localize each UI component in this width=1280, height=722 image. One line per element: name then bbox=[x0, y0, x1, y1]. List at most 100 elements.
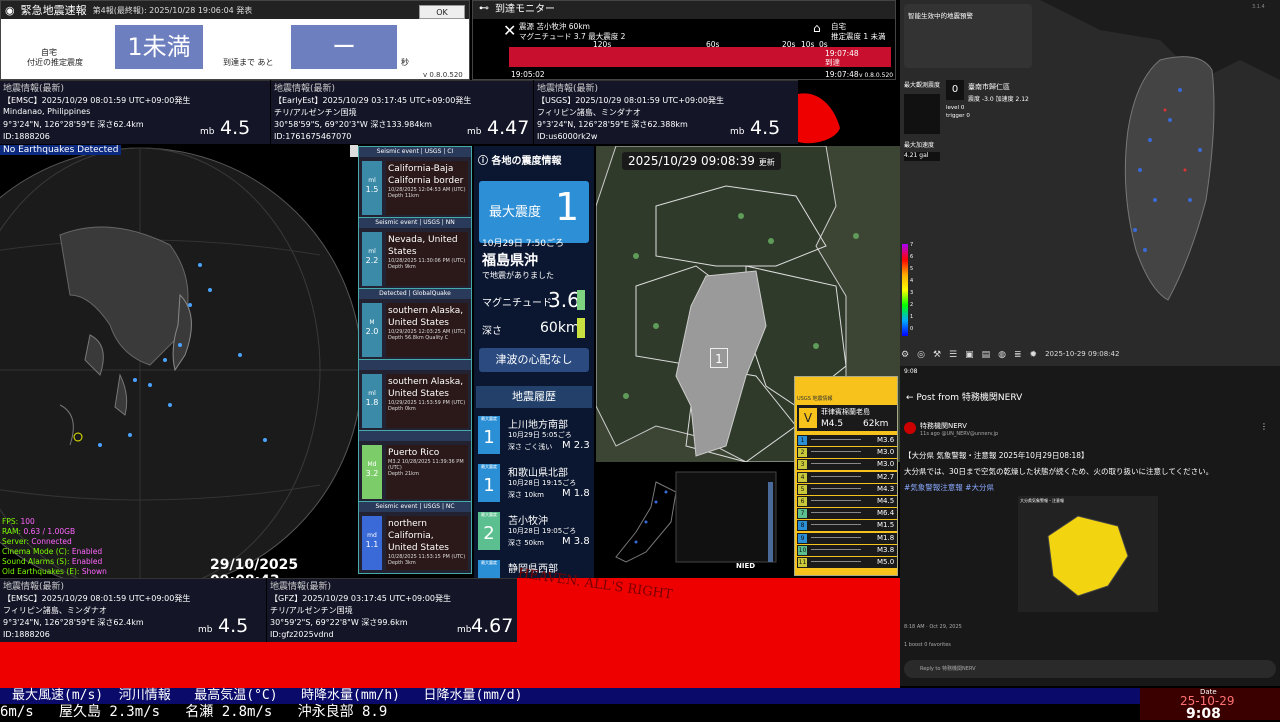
ram-value: 0.63 / 1.00GB bbox=[23, 527, 76, 536]
usgs-row[interactable]: 10 M3.8 bbox=[797, 544, 897, 556]
mag-label: マグニチュード bbox=[482, 298, 552, 309]
sound-value: Enabled bbox=[71, 557, 103, 566]
intensity-box: 1未満 bbox=[115, 25, 203, 69]
card-location: southern Alaska, United States 10/29/2025… bbox=[386, 374, 468, 428]
tw-int-value: -3.0 bbox=[981, 96, 994, 103]
seismic-card[interactable]: ml 1.8 southern Alaska, United States 10/29… bbox=[358, 359, 472, 432]
mag-value: 4.67 bbox=[471, 615, 514, 637]
usgs-row[interactable]: 4 M2.7 bbox=[797, 471, 897, 483]
card-mag: M 2.0 bbox=[362, 303, 382, 357]
shindo-panel: ⓘ 各地の震度情報 最大震度 1 10月29日 7:50ごろ 福島県沖 で地震が… bbox=[474, 146, 594, 598]
quake-line2: Mindanao, Philippines bbox=[3, 107, 91, 116]
ok-button[interactable]: OK bbox=[419, 5, 465, 19]
usgs-row[interactable]: 9 M1.8 bbox=[797, 532, 897, 544]
quake-id: ID:1888206 bbox=[3, 630, 50, 639]
mag-unit: mb bbox=[730, 127, 745, 137]
card-mag: ml 1.5 bbox=[362, 161, 382, 215]
post-time: 9:08 bbox=[904, 368, 918, 375]
post-author[interactable]: 特務機関NERV bbox=[920, 421, 967, 431]
history-item[interactable]: 1 最大震度 上川地方南部 10月29日 5:05ごろ 深さ ごく浅い M 2.3 bbox=[478, 414, 590, 456]
usgs-row-mag: M2.7 bbox=[877, 472, 895, 481]
tw-stack-icon[interactable]: ≣ bbox=[1014, 350, 1022, 360]
tw-tool-icon[interactable]: ⚒ bbox=[933, 350, 941, 360]
clock-widget: Date 25-10-29 9:08 bbox=[1140, 688, 1280, 722]
history-item[interactable]: 2 最大震度 苫小牧沖 10月28日 19:05ごろ 深さ 50km M 3.8 bbox=[478, 510, 590, 552]
seismic-card[interactable]: Detected | GlobalQuake M 2.0 southern Alask… bbox=[358, 288, 472, 361]
avatar[interactable] bbox=[904, 422, 916, 434]
epicenter-value: 苫小牧沖 60km bbox=[536, 22, 590, 31]
tw-image-icon[interactable]: ▣ bbox=[965, 350, 974, 360]
card-date: M3.2 10/28/2025 11:39:36 PM (UTC) bbox=[388, 459, 464, 471]
tw-target-icon[interactable]: ◎ bbox=[917, 350, 925, 360]
usgs-row[interactable]: 11 M5.0 bbox=[797, 557, 897, 568]
seismic-card[interactable]: Seismic event | USGS | CI ml 1.5 California… bbox=[358, 146, 472, 219]
quake-id: ID:us6000rk2w bbox=[537, 132, 598, 141]
max-int-value: 2 bbox=[620, 32, 626, 41]
depth-value: 60km bbox=[540, 320, 580, 336]
usgs-row-text bbox=[811, 561, 861, 562]
usgs-row-mag: M4.3 bbox=[877, 484, 895, 493]
quake-title: 地震情報(最新) bbox=[270, 582, 332, 592]
tw-gear-icon[interactable]: ✹ bbox=[1030, 350, 1038, 360]
post-handle: 11s ago @UN_NERV@unnerv.jp bbox=[920, 431, 999, 437]
tw-station: 臺南市歸仁區 bbox=[968, 83, 1010, 91]
est-label: 推定震度 bbox=[831, 32, 861, 41]
usgs-row[interactable]: 2 M3.0 bbox=[797, 447, 897, 459]
usgs-row[interactable]: 6 M4.5 bbox=[797, 496, 897, 507]
quake-line1: 【EMSC】2025/10/29 08:01:59 UTC+09:00発生 bbox=[3, 594, 191, 603]
reply-input[interactable]: Reply to 特務機関NERV bbox=[904, 660, 1276, 678]
history-item[interactable]: 1 最大震度 和歌山県北部 10月28日 19:15ごろ 深さ 10km M 1.8 bbox=[478, 462, 590, 504]
card-mag-type: md bbox=[367, 532, 377, 539]
usgs-row[interactable]: 7 M6.4 bbox=[797, 508, 897, 520]
tw-trigger-label: trigger bbox=[946, 113, 965, 119]
seismic-card[interactable]: Md 3.2 Puerto Rico M3.2 10/28/2025 11:39:36… bbox=[358, 430, 472, 503]
quake-info-earlyest: 地震情報(最新) 【EarlyEst】2025/10/29 03:17:45 U… bbox=[271, 80, 533, 144]
scroll-handle[interactable] bbox=[350, 145, 358, 157]
history-mag: M 3.8 bbox=[562, 536, 590, 547]
usgs-row[interactable]: 8 M1.5 bbox=[797, 520, 897, 532]
tw-level-value: 0 bbox=[960, 105, 965, 111]
quake-line1: 【EarlyEst】2025/10/29 03:17:45 UTC+09:00発… bbox=[274, 96, 472, 105]
usgs-row-mag: M3.6 bbox=[877, 436, 895, 444]
seismic-card[interactable]: Seismic event | USGS | NN ml 2.2 Nevada, Un… bbox=[358, 217, 472, 290]
intensity-marker[interactable]: 1 bbox=[710, 348, 728, 368]
card-mag: md 1.1 bbox=[362, 516, 382, 570]
red-banner-left bbox=[0, 642, 517, 688]
post-header: Post from 特務機関NERV bbox=[916, 393, 1023, 403]
more-icon[interactable]: ⋮ bbox=[1260, 422, 1268, 431]
card-header bbox=[359, 431, 471, 441]
card-mag-value: 2.0 bbox=[365, 327, 379, 336]
usgs-row-num: 2 bbox=[798, 448, 807, 458]
tw-scale-label: 2 bbox=[910, 302, 914, 308]
ticker-top-text: 最大風速(m/s) 河川情報 最高気温(°C) 時降水量(mm/h) 日降水量(… bbox=[12, 688, 523, 703]
history-depth: 深さ ごく浅い bbox=[508, 443, 553, 451]
usgs-row-mag: M6.4 bbox=[877, 509, 895, 518]
epicenter-x-icon: ✕ bbox=[503, 21, 517, 40]
post-image[interactable]: 大分県気象警報・注意報 bbox=[1018, 496, 1158, 612]
tw-level-box bbox=[904, 94, 940, 134]
usgs-row[interactable]: 1 M3.6 bbox=[797, 435, 897, 446]
tw-max-label: 最大觀測震度 bbox=[904, 82, 941, 89]
alert-icon: ◉ bbox=[5, 3, 15, 17]
tw-globe-icon[interactable]: ◍ bbox=[998, 350, 1006, 360]
usgs-row-mag: M5.0 bbox=[877, 558, 895, 566]
history-depth: 深さ 10km bbox=[508, 491, 545, 499]
post-tags[interactable]: #気象警報注意報 #大分県 bbox=[904, 482, 994, 493]
usgs-row-mag: M1.5 bbox=[877, 521, 895, 530]
usgs-row[interactable]: 5 M4.3 bbox=[797, 483, 897, 495]
tw-settings-icon[interactable]: ⚙ bbox=[901, 350, 909, 360]
seismic-card[interactable]: Seismic event | USGS | NC md 1.1 northern C… bbox=[358, 501, 472, 574]
red-blob-shape bbox=[798, 93, 840, 144]
house-icon: ⌂ bbox=[813, 21, 821, 35]
epicenter-label: 震源 bbox=[519, 22, 534, 31]
tw-chart-icon[interactable]: ▤ bbox=[982, 350, 991, 360]
globe-view[interactable]: No Earthquakes Detected FPS: 100 RAM: 0.… bbox=[0, 145, 358, 578]
back-arrow-icon[interactable]: ← bbox=[906, 393, 914, 403]
usgs-row[interactable]: 3 M3.0 bbox=[797, 459, 897, 471]
tw-list-icon[interactable]: ☰ bbox=[949, 350, 957, 360]
usgs-row-text bbox=[811, 463, 861, 465]
mag-unit: mb bbox=[198, 625, 213, 635]
fps-value: 100 bbox=[20, 517, 35, 526]
usgs-row-text bbox=[811, 439, 861, 440]
usgs-row-text bbox=[811, 475, 861, 477]
